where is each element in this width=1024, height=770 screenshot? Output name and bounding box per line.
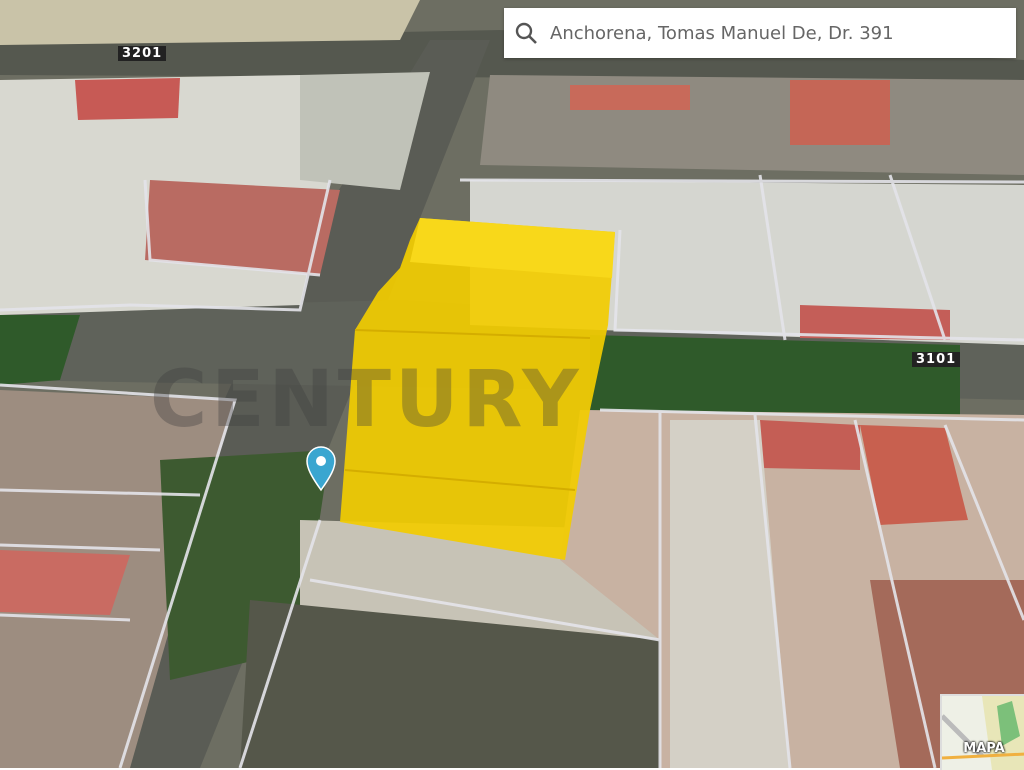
minimap-label: MAPA (963, 741, 1005, 756)
search-icon (515, 22, 537, 44)
street-number-label: 3101 (912, 352, 961, 367)
street-number-label: 3201 (118, 46, 167, 61)
minimap-thumbnail-icon (942, 696, 1024, 770)
satellite-3d-map[interactable]: CENTURY 3201 3101 (0, 0, 1024, 768)
search-input[interactable] (548, 21, 992, 45)
map-view-toggle[interactable]: MAPA (940, 694, 1024, 770)
search-bar[interactable] (504, 8, 1016, 58)
watermark: CENTURY (150, 355, 583, 445)
